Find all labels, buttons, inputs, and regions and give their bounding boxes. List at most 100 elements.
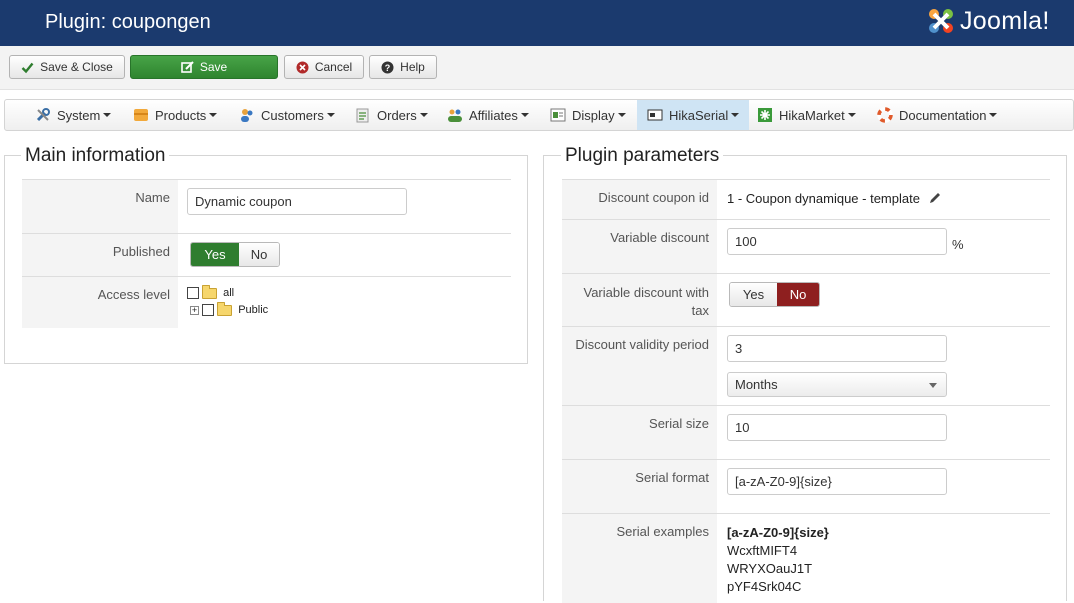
main-information-legend: Main information	[21, 145, 170, 167]
serial-size-input[interactable]: 10	[727, 414, 947, 441]
serial-example-1: WcxftMIFT4	[727, 543, 798, 558]
access-level-row: Access level all + Public	[22, 276, 511, 328]
coupon-id-value: 1 - Coupon dynamique - template	[727, 191, 920, 206]
menu-affiliates[interactable]: Affiliates	[447, 100, 529, 130]
variable-discount-input[interactable]: 100	[727, 228, 947, 255]
customers-icon	[239, 107, 255, 123]
validity-period-label: Discount validity period	[562, 327, 717, 406]
coupon-id-value-wrap: 1 - Coupon dynamique - template	[727, 191, 942, 208]
plugin-parameters-legend: Plugin parameters	[561, 145, 724, 167]
serial-format-row: Serial format [a-zA-Z0-9]{size}	[562, 459, 1050, 514]
name-input[interactable]: Dynamic coupon	[187, 188, 407, 215]
menu-orders[interactable]: Orders	[355, 100, 428, 130]
published-no-button[interactable]: No	[239, 243, 279, 266]
lifebuoy-icon	[877, 107, 893, 123]
display-icon	[550, 107, 566, 123]
access-all-checkbox[interactable]	[187, 287, 199, 300]
serial-examples-label: Serial examples	[562, 514, 717, 603]
svg-text:?: ?	[385, 63, 391, 73]
serial-size-label: Serial size	[562, 406, 717, 460]
cancel-icon	[296, 61, 309, 74]
menu-documentation[interactable]: Documentation	[877, 100, 998, 130]
hikaserial-icon	[647, 107, 663, 123]
variable-tax-label: Variable discount with tax	[562, 274, 717, 326]
affiliates-icon	[447, 107, 463, 123]
tree-node-public: + Public	[190, 301, 269, 321]
variable-discount-row: Variable discount 100 %	[562, 219, 1050, 274]
variable-tax-toggle: Yes No	[729, 282, 820, 307]
access-public-checkbox[interactable]	[202, 304, 215, 317]
check-icon	[21, 61, 34, 74]
variable-tax-yes-button[interactable]: Yes	[730, 283, 777, 306]
save-close-button[interactable]: Save & Close	[9, 55, 125, 79]
published-row: Published Yes No	[22, 233, 511, 276]
variable-discount-unit: %	[952, 237, 964, 252]
validity-unit-value: Months	[735, 377, 778, 392]
serial-format-label: Serial format	[562, 460, 717, 514]
help-button[interactable]: ? Help	[369, 55, 437, 79]
menu-hikamarket-label: HikaMarket	[779, 107, 845, 123]
validity-period-input[interactable]: 3	[727, 335, 947, 362]
menu-orders-label: Orders	[377, 107, 417, 123]
serial-examples-format: [a-zA-Z0-9]{size}	[727, 525, 829, 540]
published-toggle: Yes No	[190, 242, 280, 267]
access-level-label: Access level	[22, 277, 178, 328]
folder-icon	[217, 301, 233, 316]
chevron-down-icon	[929, 383, 937, 388]
save-label: Save	[199, 60, 228, 74]
serial-size-row: Serial size 10	[562, 405, 1050, 460]
joomla-logo[interactable]: Joomla!	[926, 4, 1050, 38]
save-button[interactable]: Save	[130, 55, 278, 79]
save-close-label: Save & Close	[40, 60, 113, 74]
coupon-id-row: Discount coupon id 1 - Coupon dynamique …	[562, 179, 1050, 219]
menu-hikaserial-label: HikaSerial	[669, 107, 729, 123]
edit-icon	[181, 60, 194, 74]
name-label: Name	[22, 180, 178, 234]
tree-node-public-label: Public	[238, 304, 269, 316]
main-information-panel: Main information Name Dynamic coupon Pub…	[4, 145, 528, 364]
menu-hikamarket[interactable]: HikaMarket	[757, 100, 856, 130]
access-level-tree: all + Public	[187, 284, 269, 321]
joomla-logo-icon	[929, 9, 953, 33]
help-icon: ?	[381, 61, 394, 74]
menu-customers[interactable]: Customers	[239, 100, 335, 130]
serial-format-input[interactable]: [a-zA-Z0-9]{size}	[727, 468, 947, 495]
coupon-id-label: Discount coupon id	[562, 180, 717, 219]
variable-discount-label: Variable discount	[562, 220, 717, 274]
toolbar: Save & Close Save Cancel ? Help	[0, 46, 1074, 90]
menu-system[interactable]: System	[35, 100, 112, 130]
menu-hikaserial[interactable]: HikaSerial	[637, 100, 749, 130]
expand-icon[interactable]: +	[190, 305, 199, 315]
menu-documentation-label: Documentation	[899, 107, 987, 123]
hikamarket-icon	[757, 107, 773, 123]
serial-example-3: pYF4Srk04C	[727, 579, 802, 594]
logo-text: Joomla!	[960, 6, 1050, 35]
menu-customers-label: Customers	[261, 107, 324, 123]
published-yes-button[interactable]: Yes	[191, 243, 239, 266]
menu-display-label: Display	[572, 107, 615, 123]
cancel-button[interactable]: Cancel	[284, 55, 364, 79]
serial-example-2: WRYXOauJ1T	[727, 561, 813, 576]
menu-affiliates-label: Affiliates	[469, 107, 518, 123]
serial-examples-row: Serial examples [a-zA-Z0-9]{size} WcxftM…	[562, 513, 1050, 603]
orders-icon	[355, 107, 371, 123]
help-label: Help	[400, 60, 425, 74]
menu-display[interactable]: Display	[550, 100, 626, 130]
page-title: Plugin: coupongen	[45, 11, 211, 33]
pencil-icon[interactable]	[928, 191, 942, 208]
published-label: Published	[22, 234, 178, 276]
main-menu: System Products Customers Orders Affilia…	[4, 99, 1074, 131]
variable-tax-row: Variable discount with tax Yes No	[562, 273, 1050, 326]
serial-examples-list: [a-zA-Z0-9]{size} WcxftMIFT4 WRYXOauJ1T …	[727, 524, 829, 596]
menu-products[interactable]: Products	[133, 100, 218, 130]
menu-system-label: System	[57, 107, 101, 123]
folder-icon	[202, 284, 218, 299]
wrench-icon	[35, 107, 51, 123]
name-row: Name Dynamic coupon	[22, 179, 511, 234]
app-header: Plugin: coupongen Joomla!	[0, 0, 1074, 46]
validity-period-row: Discount validity period 3 Months	[562, 326, 1050, 406]
validity-unit-select[interactable]: Months	[727, 372, 947, 397]
tree-node-all: all	[187, 284, 268, 304]
variable-tax-no-button[interactable]: No	[777, 283, 819, 306]
cancel-label: Cancel	[314, 60, 353, 74]
